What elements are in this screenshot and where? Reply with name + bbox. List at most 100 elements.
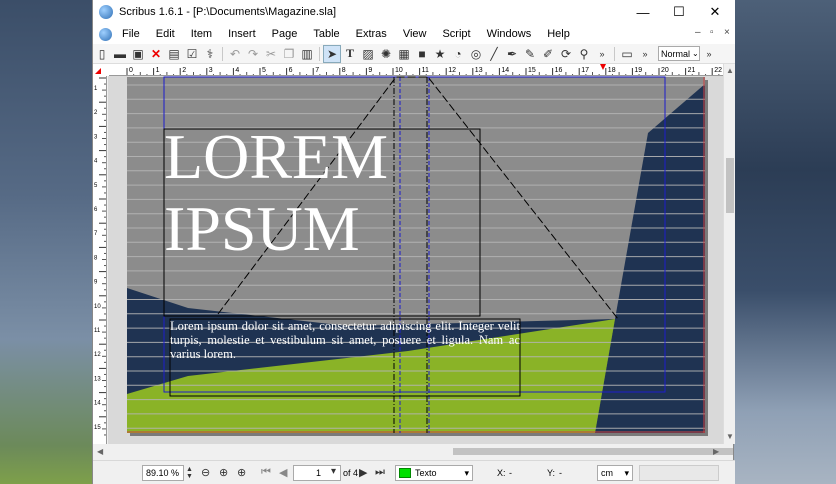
scroll-up-icon[interactable]: ▲ bbox=[726, 66, 734, 75]
toolbar-overflow-icon-3[interactable]: » bbox=[700, 45, 718, 63]
export-pdf-icon[interactable]: ⚕ bbox=[201, 45, 219, 63]
window-title: Scribus 1.6.1 - [P:\Documents\Magazine.s… bbox=[119, 6, 337, 18]
ruler-label: 12 bbox=[94, 352, 101, 358]
ruler-label: 14 bbox=[501, 67, 509, 74]
ruler-label: 15 bbox=[528, 67, 536, 74]
unit-select[interactable]: cm ▾ bbox=[597, 465, 633, 481]
page-current: 1 bbox=[315, 468, 321, 478]
minimize-button[interactable]: — bbox=[625, 0, 661, 24]
redo-icon[interactable]: ↷ bbox=[244, 45, 262, 63]
ruler-label: 6 bbox=[289, 67, 293, 74]
ruler-label: 4 bbox=[94, 159, 98, 165]
close-button[interactable]: ✕ bbox=[697, 0, 733, 24]
render-frame-icon[interactable]: ✺ bbox=[377, 45, 395, 63]
scroll-down-icon[interactable]: ▼ bbox=[726, 432, 734, 441]
paste-icon[interactable]: ▥ bbox=[298, 45, 316, 63]
horizontal-scrollbar[interactable]: ◀ ▶ bbox=[93, 444, 733, 458]
new-document-icon[interactable]: ▯ bbox=[93, 45, 111, 63]
menu-view[interactable]: View bbox=[395, 28, 435, 40]
title-bar: Scribus 1.6.1 - [P:\Documents\Magazine.s… bbox=[93, 0, 735, 24]
vertical-ruler[interactable]: 1 2 3 4 5 6 7 8 9 10 11 12 13 14 15 bbox=[93, 76, 107, 444]
mdi-minimize-button[interactable]: – bbox=[695, 27, 701, 38]
ruler-label: 22 bbox=[714, 67, 722, 74]
document-menu-icon[interactable] bbox=[99, 27, 112, 41]
body-text-frame[interactable]: Lorem ipsum dolor sit amet, consectetur … bbox=[170, 319, 520, 361]
zoom-icon[interactable]: ⚲ bbox=[575, 45, 593, 63]
calligraphic-icon[interactable]: ✐ bbox=[539, 45, 557, 63]
menu-file[interactable]: File bbox=[114, 28, 148, 40]
preview-toggle-icon[interactable]: ▭ bbox=[618, 45, 636, 63]
preflight-check-icon[interactable]: ☑ bbox=[183, 45, 201, 63]
ruler-label: 13 bbox=[94, 376, 101, 382]
ruler-label: 15 bbox=[94, 425, 101, 431]
scroll-right-icon[interactable]: ▶ bbox=[713, 447, 719, 456]
menu-help[interactable]: Help bbox=[539, 28, 578, 40]
close-document-icon[interactable]: ✕ bbox=[147, 45, 165, 63]
layer-color-swatch bbox=[399, 468, 411, 478]
menu-edit[interactable]: Edit bbox=[148, 28, 183, 40]
maximize-button[interactable]: ☐ bbox=[661, 0, 697, 24]
layer-select[interactable]: Texto ▾ bbox=[395, 465, 473, 481]
ruler-label: 11 bbox=[94, 328, 101, 334]
text-frame-icon[interactable]: T bbox=[341, 45, 359, 63]
spiral-icon[interactable]: ◎ bbox=[467, 45, 485, 63]
ruler-label: 12 bbox=[448, 67, 456, 74]
image-frame-icon[interactable]: ▨ bbox=[359, 45, 377, 63]
page-total: of 4 bbox=[343, 468, 359, 478]
horizontal-ruler[interactable]: 0 1 2 3 4 5 6 7 8 9 10 11 12 13 14 15 16 17 18 19 20 21 22 bbox=[109, 64, 723, 76]
previous-page-icon[interactable]: ◀ bbox=[279, 466, 287, 479]
ruler-label: 3 bbox=[209, 67, 213, 74]
line-icon[interactable]: ╱ bbox=[485, 45, 503, 63]
menu-extras[interactable]: Extras bbox=[348, 28, 395, 40]
headline-text-frame[interactable]: LOREM IPSUM bbox=[164, 121, 480, 265]
rotate-icon[interactable]: ⟳ bbox=[557, 45, 575, 63]
ruler-label: 17 bbox=[581, 67, 589, 74]
zoom-field[interactable]: 89.10 % bbox=[142, 465, 184, 481]
menu-item[interactable]: Item bbox=[183, 28, 220, 40]
last-page-icon[interactable]: ⏭ bbox=[375, 466, 385, 479]
menu-insert[interactable]: Insert bbox=[220, 28, 264, 40]
menu-table[interactable]: Table bbox=[305, 28, 347, 40]
x-coordinate-label: X: bbox=[497, 468, 506, 478]
document-canvas[interactable]: LOREM IPSUM Lorem ipsum dolor sit amet, … bbox=[108, 76, 723, 444]
mdi-restore-button[interactable]: ▫ bbox=[710, 27, 714, 38]
first-page-icon[interactable]: ⏮ bbox=[261, 466, 271, 479]
scroll-left-icon[interactable]: ◀ bbox=[97, 447, 103, 456]
freehand-pencil-icon[interactable]: ✎ bbox=[521, 45, 539, 63]
zoom-spinner-icon[interactable]: ▲ ▼ bbox=[186, 466, 193, 480]
vertical-scroll-thumb[interactable] bbox=[726, 158, 734, 213]
zoom-out-icon[interactable]: ⊖ bbox=[201, 466, 210, 479]
next-page-icon[interactable]: ▶ bbox=[359, 466, 367, 479]
toolbar-divider bbox=[222, 46, 223, 61]
arc-icon[interactable]: ◔ bbox=[449, 45, 467, 63]
save-icon[interactable]: ▣ bbox=[129, 45, 147, 63]
menu-page[interactable]: Page bbox=[264, 28, 306, 40]
bezier-pen-icon[interactable]: ✒ bbox=[503, 45, 521, 63]
copy-icon[interactable]: ❐ bbox=[280, 45, 298, 63]
shape-icon[interactable]: ■ bbox=[413, 45, 431, 63]
select-pointer-icon[interactable]: ➤ bbox=[323, 44, 341, 63]
ruler-label: 1 bbox=[94, 86, 98, 92]
menu-script[interactable]: Script bbox=[434, 28, 478, 40]
menu-windows[interactable]: Windows bbox=[479, 28, 540, 40]
unit-value: cm bbox=[601, 468, 613, 478]
undo-icon[interactable]: ↶ bbox=[226, 45, 244, 63]
polygon-star-icon[interactable]: ★ bbox=[431, 45, 449, 63]
ruler-label: 9 bbox=[94, 280, 98, 286]
toolbar-overflow-icon-2[interactable]: » bbox=[636, 45, 654, 63]
ruler-label: 10 bbox=[395, 67, 403, 74]
page-dropdown-icon[interactable]: ▾ bbox=[331, 466, 336, 477]
horizontal-scroll-thumb[interactable] bbox=[453, 448, 733, 455]
vertical-scrollbar[interactable]: ▲ ▼ bbox=[723, 64, 735, 444]
zoom-in-icon[interactable]: ⊕ bbox=[237, 466, 246, 479]
print-icon[interactable]: ▤ bbox=[165, 45, 183, 63]
y-coordinate-label: Y: bbox=[547, 468, 556, 478]
toolbar-overflow-icon[interactable]: » bbox=[593, 45, 611, 63]
table-icon[interactable]: ▦ bbox=[395, 45, 413, 63]
preview-mode-select[interactable]: Normal ⌄ bbox=[658, 46, 700, 61]
cut-icon[interactable]: ✂ bbox=[262, 45, 280, 63]
open-folder-icon[interactable]: ▬ bbox=[111, 45, 129, 63]
zoom-100-icon[interactable]: ⊕ bbox=[219, 466, 228, 479]
ruler-corner[interactable] bbox=[93, 64, 109, 76]
mdi-close-button[interactable]: × bbox=[724, 27, 730, 38]
